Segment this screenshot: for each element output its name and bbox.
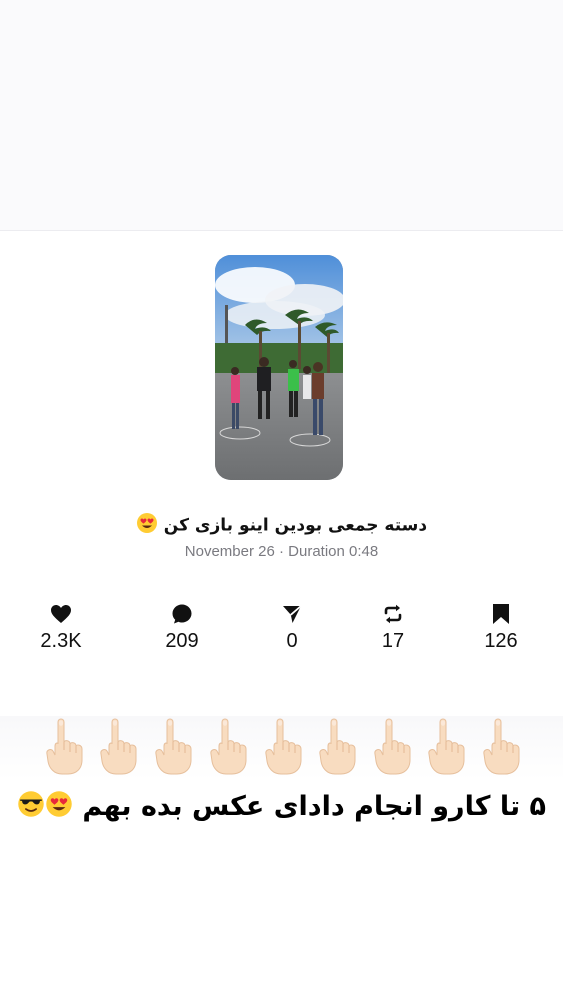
video-thumbnail[interactable] — [215, 255, 343, 480]
sunglasses-emoji-icon — [17, 790, 45, 825]
post-title-text: دسته جمعی بودین اینو بازی کن — [163, 515, 428, 536]
share-count: 0 — [286, 630, 298, 652]
heart-eyes-emoji-icon — [136, 512, 158, 539]
stats-bar: 2.3K 209 0 17 126 — [0, 602, 563, 662]
bookmark-stat[interactable]: 126 — [461, 602, 541, 653]
share-stat[interactable]: 0 — [252, 602, 332, 653]
bookmark-icon — [493, 604, 509, 624]
video-thumbnail-image — [215, 255, 343, 480]
comment-count: 209 — [165, 630, 199, 652]
comment-stat[interactable]: 209 — [142, 602, 222, 653]
like-stat[interactable]: 2.3K — [21, 602, 101, 653]
heart-icon — [51, 605, 71, 623]
share-icon — [283, 605, 302, 623]
pointing-up-emoji-icon — [42, 716, 86, 776]
repost-count: 17 — [381, 630, 405, 652]
meta-separator: · — [278, 543, 284, 560]
pointing-up-emoji-icon — [315, 716, 359, 776]
pointing-up-emoji-icon — [151, 716, 195, 776]
bookmark-count: 126 — [484, 630, 518, 652]
like-count: 2.3K — [40, 630, 82, 652]
pointing-up-emoji-icon — [479, 716, 523, 776]
overlay-caption-text: ۵ تا کارو انجام دادای عکس بده بهم — [82, 791, 546, 822]
header-blank-area — [0, 0, 563, 231]
pointing-up-emoji-icon — [424, 716, 468, 776]
pointing-emoji-row — [0, 716, 563, 780]
repost-icon — [384, 604, 402, 624]
pointing-up-emoji-icon — [261, 716, 305, 776]
post-title: دسته جمعی بودین اینو بازی کن — [0, 512, 563, 539]
post-date: November 26 — [184, 543, 275, 560]
heart-eyes-emoji-icon — [45, 790, 73, 825]
post-duration: Duration 0:48 — [288, 543, 379, 560]
pointing-up-emoji-icon — [206, 716, 250, 776]
comment-icon — [172, 604, 192, 624]
pointing-up-emoji-icon — [96, 716, 140, 776]
repost-stat[interactable]: 17 — [353, 602, 433, 653]
overlay-caption: ۵ تا کارو انجام دادای عکس بده بهم — [0, 790, 563, 825]
pointing-up-emoji-icon — [370, 716, 414, 776]
post-meta: November 26 · Duration 0:48 — [0, 543, 563, 560]
